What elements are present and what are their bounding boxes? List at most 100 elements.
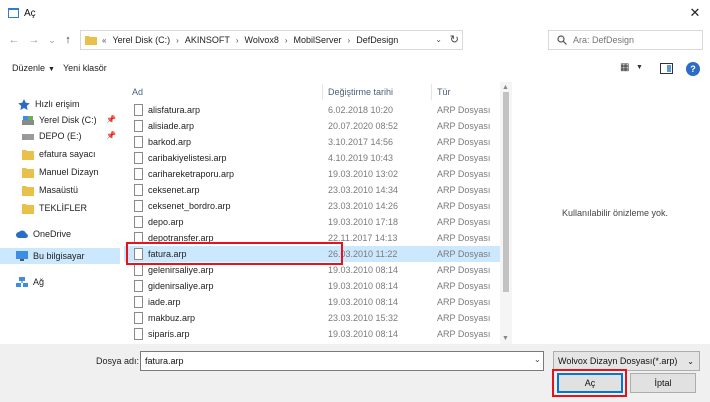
scroll-up-icon[interactable]: ▲ [502,84,509,91]
close-button[interactable]: ✕ [680,0,710,26]
file-type: ARP Dosyası [437,169,491,179]
view-dropdown-icon[interactable]: ▼ [636,64,643,71]
sidebar-item-this-pc[interactable]: Bu bilgisayar [0,248,120,264]
cancel-button[interactable]: İptal [630,373,696,393]
file-name: ceksenet.arp [148,185,200,195]
preview-pane-icon[interactable] [660,63,673,74]
search-icon [557,35,567,45]
recent-locations-icon[interactable]: ⌄ [44,32,60,48]
filetype-value: Wolvox Dizayn Dosyası(*.arp) [558,356,678,366]
file-type: ARP Dosyası [437,313,491,323]
help-icon[interactable]: ? [686,62,700,76]
file-icon [134,232,143,244]
breadcrumb-item[interactable]: Yerel Disk (C:) [112,35,170,45]
file-date: 19.03.2010 08:14 [328,281,399,291]
file-date: 23.03.2010 14:26 [328,201,399,211]
sidebar-item-network[interactable]: Ağ [16,274,44,290]
table-row[interactable]: depo.arp 19.03.2010 17:18 ARP Dosyası [124,214,500,230]
table-row[interactable]: caribakiyelistesi.arp 4.10.2019 10:43 ARP … [124,150,500,166]
sidebar-item-label: Manuel Dizayn [39,167,99,177]
filename-dropdown-icon[interactable]: ⌄ [534,355,541,364]
sidebar-item-local-disk[interactable]: Yerel Disk (C:) [22,112,97,128]
table-row[interactable]: depotransfer.arp 22.11.2017 14:13 ARP Dosy… [124,230,500,246]
sidebar-item-quick-access[interactable]: Hızlı erişim [18,96,80,112]
table-row[interactable]: gidenirsaliye.arp 19.03.2010 08:14 ARP Dos… [124,278,500,294]
scroll-down-icon[interactable]: ▼ [502,335,509,342]
table-row[interactable]: siparis.arp 19.03.2010 08:14 ARP Dosyası [124,326,500,342]
search-box[interactable] [548,30,703,50]
file-icon [134,248,143,260]
vertical-scrollbar[interactable]: ▲ ▼ [500,82,512,344]
file-name: iade.arp [148,297,181,307]
pin-icon[interactable]: 📌 [106,115,116,124]
network-icon [16,276,28,287]
open-button[interactable]: Aç [557,373,623,393]
organize-button[interactable]: Düzenle ▼ [12,63,55,73]
file-name: carihareketraporu.arp [148,169,235,179]
overflow-icon[interactable]: « [102,36,106,45]
file-type: ARP Dosyası [437,217,491,227]
table-row[interactable]: gelenirsaliye.arp 19.03.2010 08:14 ARP Dos… [124,262,500,278]
scrollbar-thumb[interactable] [503,92,509,292]
new-folder-button[interactable]: Yeni klasör [63,63,107,73]
sidebar-item-onedrive[interactable]: OneDrive [16,226,71,242]
file-icon [134,168,143,180]
table-row[interactable]: iade.arp 19.03.2010 08:14 ARP Dosyası [124,294,500,310]
refresh-icon[interactable]: ↻ [450,33,459,46]
computer-icon [16,250,28,261]
forward-icon[interactable]: → [26,32,42,48]
file-name: gelenirsaliye.arp [148,265,214,275]
file-icon [134,152,143,164]
sidebar-item-efatura[interactable]: efatura sayacı [22,146,96,162]
file-name: fatura.arp [148,249,187,259]
file-list: ⌃ Ad Değiştirme tarihi Tür alisfatura.ar… [124,82,512,344]
column-divider[interactable] [322,84,323,100]
breadcrumb-separator[interactable]: › [348,36,351,45]
filename-label: Dosya adı: [96,356,140,366]
pin-icon[interactable]: 📌 [106,131,116,140]
table-row[interactable]: makbuz.arp 23.03.2010 15:32 ARP Dosyası [124,310,500,326]
column-header-row: ⌃ Ad Değiştirme tarihi Tür [124,82,512,102]
table-row[interactable]: ceksenet_bordro.arp 23.03.2010 14:26 ARP D… [124,198,500,214]
file-icon [134,264,143,276]
breadcrumb-item[interactable]: DefDesign [356,35,398,45]
view-options-icon[interactable]: ▦ [620,62,629,73]
preview-pane: Kullanılabilir önizleme yok. [520,82,710,344]
breadcrumb-item[interactable]: AKINSOFT [185,35,230,45]
column-header-name[interactable]: Ad [132,87,143,97]
file-type: ARP Dosyası [437,329,491,339]
sort-ascending-icon: ⌃ [223,82,230,85]
column-divider[interactable] [431,84,432,100]
sidebar-item-depo[interactable]: DEPO (E:) [22,128,82,144]
breadcrumb-item[interactable]: MobilServer [294,35,342,45]
close-icon: ✕ [689,5,701,20]
navigation-pane: Hızlı erişim Yerel Disk (C:) 📌 DEPO (E:)… [0,82,120,344]
breadcrumb-item[interactable]: Wolvox8 [245,35,279,45]
breadcrumb-separator[interactable]: › [236,36,239,45]
table-row[interactable]: barkod.arp 3.10.2017 14:56 ARP Dosyası [124,134,500,150]
sidebar-item-manuel-dizayn[interactable]: Manuel Dizayn [22,164,99,180]
file-name: depo.arp [148,217,184,227]
table-row[interactable]: fatura.arp 26.03.2010 11:22 ARP Dosyası [124,246,500,262]
address-dropdown-icon[interactable]: ⌄ [435,35,442,44]
back-icon[interactable]: ← [6,32,22,48]
table-row[interactable]: carihareketraporu.arp 19.03.2010 13:02 ARP… [124,166,500,182]
up-folder-icon[interactable]: ↑ [60,32,76,48]
filetype-select[interactable]: Wolvox Dizayn Dosyası(*.arp) ⌄ [553,351,700,371]
preview-message: Kullanılabilir önizleme yok. [561,208,669,218]
breadcrumb-separator[interactable]: › [285,36,288,45]
table-row[interactable]: alisiade.arp 20.07.2020 08:52 ARP Dosyası [124,118,500,134]
table-row[interactable]: alisfatura.arp 6.02.2018 10:20 ARP Dosyası [124,102,500,118]
address-bar[interactable]: « Yerel Disk (C:) › AKINSOFT › Wolvox8 ›… [80,30,463,50]
file-date: 4.10.2019 10:43 [328,153,394,163]
file-type: ARP Dosyası [437,233,491,243]
filename-input[interactable] [140,351,544,371]
table-row[interactable]: ceksenet.arp 23.03.2010 14:34 ARP Dosyası [124,182,500,198]
sidebar-item-desktop[interactable]: Masaüstü [22,182,78,198]
search-input[interactable] [573,35,693,45]
sidebar-item-teklifler[interactable]: TEKLİFLER [22,200,87,216]
breadcrumb-separator[interactable]: › [176,36,179,45]
file-date: 22.11.2017 14:13 [328,233,398,243]
column-header-date[interactable]: Değiştirme tarihi [328,87,393,97]
column-header-type[interactable]: Tür [437,87,451,97]
